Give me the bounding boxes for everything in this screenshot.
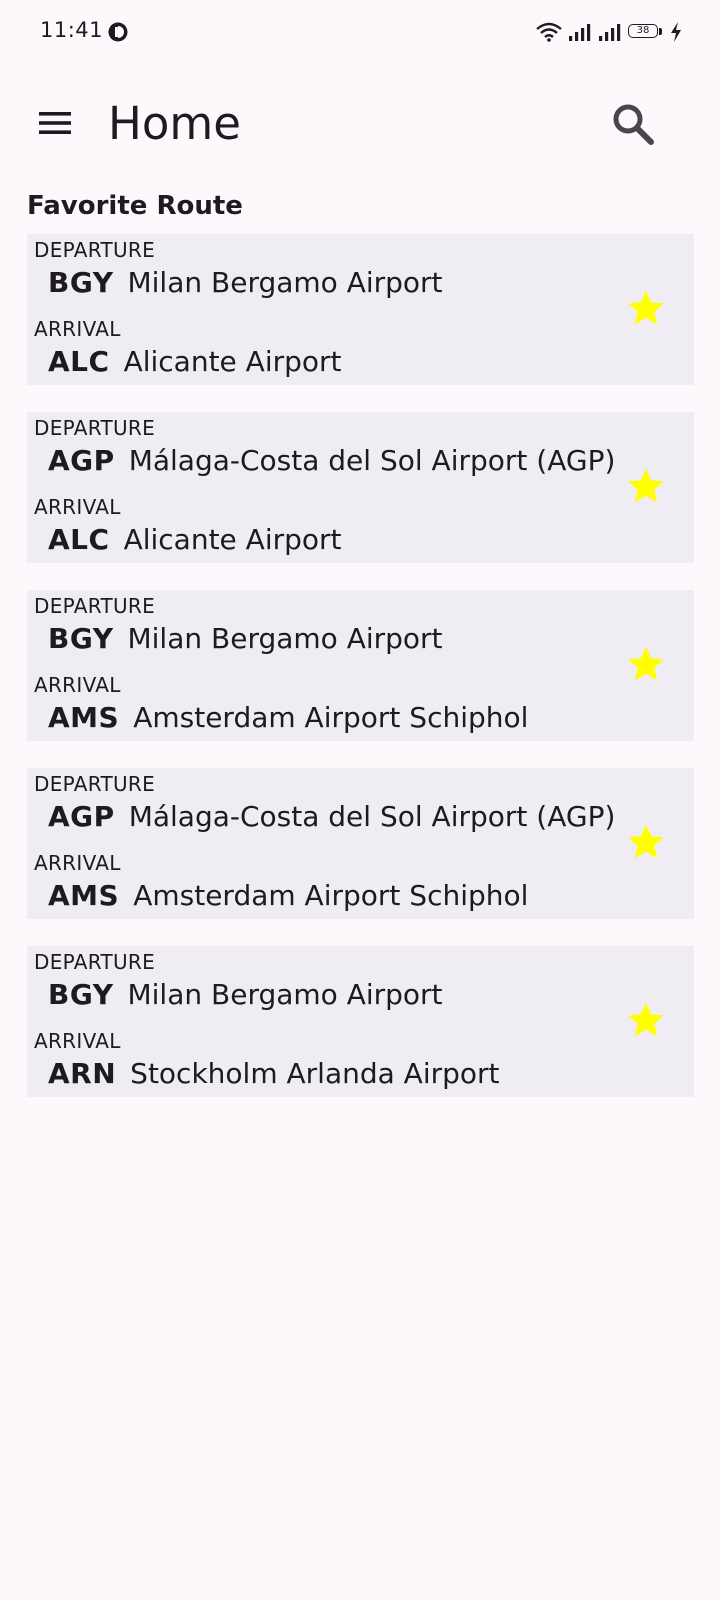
departure-code: BGY [48, 978, 114, 1011]
arrival-label: ARRIVAL [34, 317, 121, 341]
route-card[interactable]: DEPARTURE BGY Milan Bergamo Airport ARRIV… [27, 590, 694, 741]
status-bar: 11:41 38 [0, 0, 720, 64]
departure-code: AGP [48, 444, 115, 477]
departure-code: BGY [48, 622, 114, 655]
star-icon [624, 820, 668, 868]
arrival-airport: ARN Stockholm Arlanda Airport [48, 1057, 500, 1090]
departure-name: Milan Bergamo Airport [127, 266, 443, 299]
arrival-airport: AMS Amsterdam Airport Schiphol [48, 701, 528, 734]
menu-icon [38, 110, 72, 140]
app-notification-icon [107, 21, 129, 43]
departure-label: DEPARTURE [34, 416, 156, 440]
route-card[interactable]: DEPARTURE AGP Málaga-Costa del Sol Airpor… [27, 768, 694, 919]
arrival-code: ARN [48, 1057, 117, 1090]
arrival-name: Alicante Airport [123, 523, 342, 556]
departure-label: DEPARTURE [34, 950, 156, 974]
departure-airport: BGY Milan Bergamo Airport [48, 622, 443, 655]
status-icons: 38 [536, 20, 682, 44]
arrival-airport: ALC Alicante Airport [48, 523, 342, 556]
departure-airport: BGY Milan Bergamo Airport [48, 266, 443, 299]
favorite-toggle-button[interactable] [622, 998, 670, 1046]
arrival-airport: ALC Alicante Airport [48, 345, 342, 378]
search-icon [611, 102, 655, 150]
favorite-toggle-button[interactable] [622, 286, 670, 334]
arrival-label: ARRIVAL [34, 851, 121, 875]
arrival-name: Amsterdam Airport Schiphol [133, 701, 529, 734]
favorite-toggle-button[interactable] [622, 642, 670, 690]
departure-label: DEPARTURE [34, 594, 156, 618]
departure-code: AGP [48, 800, 115, 833]
favorite-toggle-button[interactable] [622, 464, 670, 512]
departure-label: DEPARTURE [34, 238, 156, 262]
cellular-signal-icon [568, 22, 592, 42]
arrival-code: ALC [48, 523, 110, 556]
arrival-label: ARRIVAL [34, 495, 121, 519]
star-icon [624, 464, 668, 512]
arrival-code: ALC [48, 345, 110, 378]
charging-bolt-icon [670, 22, 682, 42]
arrival-code: AMS [48, 701, 120, 734]
arrival-label: ARRIVAL [34, 673, 121, 697]
arrival-airport: AMS Amsterdam Airport Schiphol [48, 879, 528, 912]
top-app-bar: Home [0, 64, 720, 190]
arrival-label: ARRIVAL [34, 1029, 121, 1053]
favorite-route-list: DEPARTURE BGY Milan Bergamo Airport ARRIV… [27, 234, 694, 1124]
route-card[interactable]: DEPARTURE AGP Málaga-Costa del Sol Airpor… [27, 412, 694, 563]
star-icon [624, 286, 668, 334]
departure-airport: BGY Milan Bergamo Airport [48, 978, 443, 1011]
wifi-icon [536, 22, 562, 42]
favorite-toggle-button[interactable] [622, 820, 670, 868]
battery-level: 38 [628, 24, 658, 38]
arrival-name: Stockholm Arlanda Airport [130, 1057, 500, 1090]
departure-label: DEPARTURE [34, 772, 156, 796]
departure-name: Milan Bergamo Airport [127, 978, 443, 1011]
departure-airport: AGP Málaga-Costa del Sol Airport (AGP) [48, 444, 615, 477]
menu-button[interactable] [28, 98, 82, 152]
departure-name: Málaga-Costa del Sol Airport (AGP) [128, 444, 616, 477]
departure-name: Málaga-Costa del Sol Airport (AGP) [128, 800, 616, 833]
arrival-name: Alicante Airport [123, 345, 342, 378]
route-card[interactable]: DEPARTURE BGY Milan Bergamo Airport ARRIV… [27, 234, 694, 385]
star-icon [624, 998, 668, 1046]
battery-icon: 38 [628, 23, 664, 41]
arrival-name: Amsterdam Airport Schiphol [133, 879, 529, 912]
cellular-signal-icon [598, 22, 622, 42]
departure-code: BGY [48, 266, 114, 299]
page-title: Home [108, 97, 241, 150]
search-button[interactable] [605, 98, 661, 154]
route-card[interactable]: DEPARTURE BGY Milan Bergamo Airport ARRIV… [27, 946, 694, 1097]
section-title: Favorite Route [27, 191, 243, 221]
departure-airport: AGP Málaga-Costa del Sol Airport (AGP) [48, 800, 615, 833]
arrival-code: AMS [48, 879, 120, 912]
star-icon [624, 642, 668, 690]
departure-name: Milan Bergamo Airport [127, 622, 443, 655]
status-time: 11:41 [40, 18, 104, 42]
